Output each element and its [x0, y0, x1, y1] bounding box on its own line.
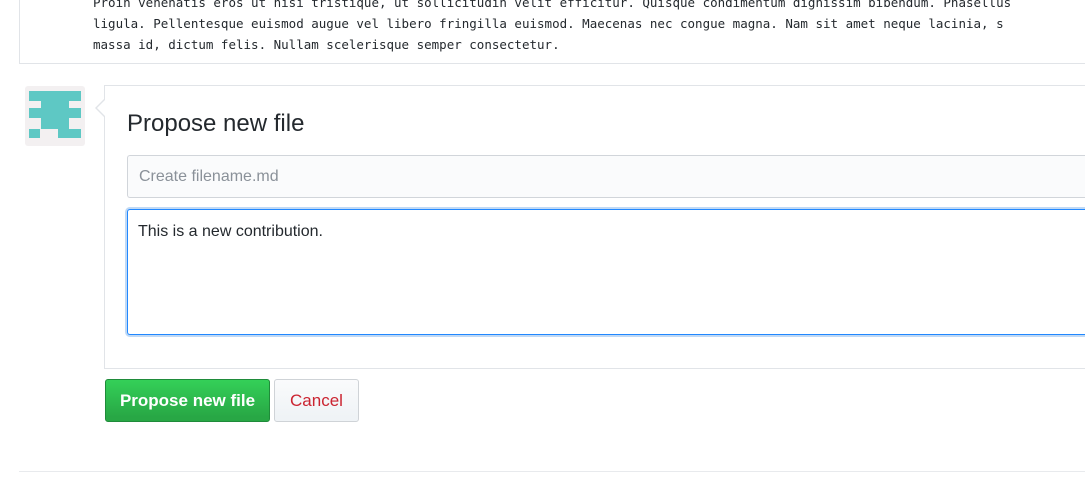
- page: Proin venenatis eros ut nisi tristique, …: [0, 0, 1085, 491]
- file-body-textarea[interactable]: This is a new contribution.: [127, 209, 1085, 335]
- cancel-button[interactable]: Cancel: [274, 379, 359, 422]
- file-content-preview: Proin venenatis eros ut nisi tristique, …: [19, 0, 1085, 64]
- propose-new-file-button[interactable]: Propose new file: [105, 379, 270, 422]
- code-line: ligula. Pellentesque euismod augue vel l…: [93, 16, 1004, 31]
- avatar[interactable]: [25, 86, 85, 146]
- panel-arrow-inner: [97, 100, 105, 116]
- form-title: Propose new file: [127, 110, 305, 137]
- filename-input[interactable]: [127, 155, 1085, 198]
- code-line: massa id, dictum felis. Nullam scelerisq…: [93, 37, 560, 52]
- divider: [19, 471, 1085, 472]
- code-lines: Proin venenatis eros ut nisi tristique, …: [93, 0, 1011, 55]
- code-line: Proin venenatis eros ut nisi tristique, …: [93, 0, 1012, 10]
